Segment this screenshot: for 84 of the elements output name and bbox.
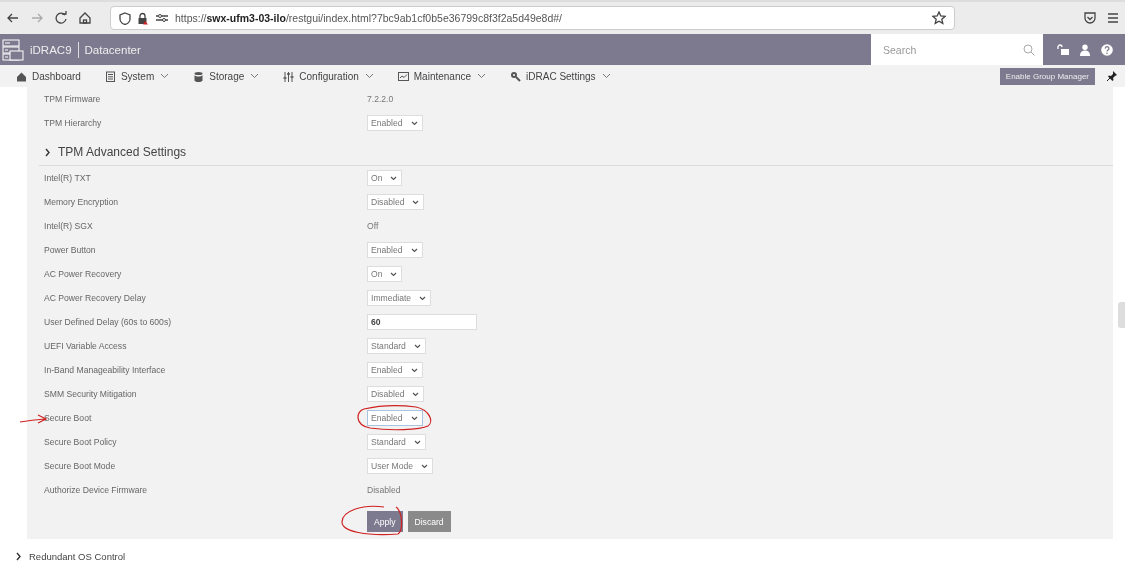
menu-icon[interactable] xyxy=(1107,12,1119,24)
chevron-down-icon xyxy=(419,295,427,301)
monitor-icon xyxy=(397,70,409,82)
dropdown[interactable]: Enabled xyxy=(367,410,423,426)
shield-icon xyxy=(119,11,131,25)
home-icon xyxy=(16,70,27,82)
search-input[interactable]: Search xyxy=(881,42,1023,57)
unlock-icon[interactable] xyxy=(1057,43,1069,56)
setting-label: In-Band Manageability Interface xyxy=(44,365,167,375)
chevron-down-icon xyxy=(412,199,420,205)
dropdown[interactable]: On xyxy=(367,170,403,186)
setting-value: Disabled xyxy=(367,485,401,495)
section-title[interactable]: TPM Advanced Settings xyxy=(58,145,187,159)
dropdown[interactable]: Enabled xyxy=(367,242,423,258)
nav-menu-item[interactable]: Dashboard xyxy=(16,70,81,82)
setting-label: Secure Boot Mode xyxy=(44,461,117,471)
chevron-down-icon xyxy=(410,247,418,253)
nav-menu-item[interactable]: iDRAC Settings xyxy=(510,70,611,82)
setting-label: Intel(R) SGX xyxy=(44,221,94,231)
setting-label: Authorize Device Firmware xyxy=(44,485,149,495)
setting-label: Secure Boot Policy xyxy=(44,437,118,447)
pocket-icon[interactable] xyxy=(1083,11,1097,25)
edition-name: Datacenter xyxy=(84,43,141,56)
dropdown[interactable]: Disabled xyxy=(367,386,425,402)
help-icon[interactable] xyxy=(1101,43,1113,56)
dropdown[interactable]: Enabled xyxy=(367,115,423,131)
setting-label: AC Power Recovery xyxy=(44,269,123,279)
setting-value: Off xyxy=(367,221,379,231)
setting-label: Power Button xyxy=(44,245,97,255)
setting-value: 7.2.2.0 xyxy=(367,94,394,104)
user-icon[interactable] xyxy=(1079,43,1091,56)
nav-menu-item[interactable]: System xyxy=(104,70,170,82)
back-icon[interactable] xyxy=(6,11,20,25)
chevron-down-icon xyxy=(413,343,421,349)
pin-icon[interactable] xyxy=(1107,71,1117,81)
dropdown[interactable]: On xyxy=(367,266,403,282)
setting-label: TPM Firmware xyxy=(44,94,102,104)
chevron-down-icon xyxy=(390,271,398,277)
sliders-icon xyxy=(283,70,295,82)
setting-label: Intel(R) TXT xyxy=(44,173,92,183)
star-icon[interactable] xyxy=(932,11,946,25)
nav-menu-item[interactable]: Storage xyxy=(193,70,260,82)
chevron-down-icon xyxy=(421,463,429,469)
lock-icon xyxy=(137,11,149,25)
nav-menu-item[interactable]: Maintenance xyxy=(397,70,487,82)
setting-label: User Defined Delay (60s to 600s) xyxy=(44,317,173,327)
address-bar[interactable]: https://swx-ufm3-03-ilo/restgui/index.html?7bc9ab1cf0b5e36799c8f3f2a5d49e8d#/ xyxy=(110,6,955,30)
dropdown[interactable]: Enabled xyxy=(367,362,423,378)
setting-label: SMM Security Mitigation xyxy=(44,389,138,399)
dropdown[interactable]: User Mode xyxy=(367,458,434,474)
chevron-right-icon[interactable] xyxy=(44,147,51,157)
scroll-handle[interactable] xyxy=(1118,302,1125,328)
input-field[interactable]: 60 xyxy=(367,314,477,330)
dropdown[interactable]: Disabled xyxy=(367,194,425,210)
chevron-down-icon xyxy=(410,120,418,126)
setting-label: Secure Boot xyxy=(44,413,93,423)
search-field[interactable]: Search xyxy=(871,34,1043,65)
apply-button[interactable]: Apply xyxy=(367,511,403,532)
reload-icon[interactable] xyxy=(54,11,68,25)
chevron-right-icon[interactable] xyxy=(15,552,22,561)
dropdown[interactable]: Immediate xyxy=(367,290,432,306)
database-icon xyxy=(193,70,205,82)
chevron-down-icon xyxy=(412,391,420,397)
chevron-down-icon xyxy=(410,415,418,421)
search-icon xyxy=(1023,43,1035,56)
group-manager-button[interactable]: Enable Group Manager xyxy=(999,67,1095,85)
dropdown[interactable]: Standard xyxy=(367,338,426,354)
section-title[interactable]: Redundant OS Control xyxy=(29,551,126,562)
setting-label: TPM Hierarchy xyxy=(44,118,103,128)
setting-label: AC Power Recovery Delay xyxy=(44,293,147,303)
product-name: iDRAC9 xyxy=(30,43,72,56)
nav-menu-item[interactable]: Configuration xyxy=(283,70,374,82)
chevron-down-icon xyxy=(413,439,421,445)
discard-button[interactable]: Discard xyxy=(407,511,451,532)
permissions-icon xyxy=(155,12,169,24)
chevron-down-icon xyxy=(390,175,398,181)
list-icon xyxy=(104,70,116,82)
setting-label: UEFI Variable Access xyxy=(44,341,128,351)
url-text: https://swx-ufm3-03-ilo/restgui/index.html?7bc9ab1cf0b5e36799c8f3f2a5d49e8d#/ xyxy=(175,12,563,24)
dropdown[interactable]: Standard xyxy=(367,434,426,450)
gear-icon xyxy=(510,70,522,82)
home-icon[interactable] xyxy=(78,11,92,25)
chevron-down-icon xyxy=(410,367,418,373)
setting-label: Memory Encryption xyxy=(44,197,120,207)
